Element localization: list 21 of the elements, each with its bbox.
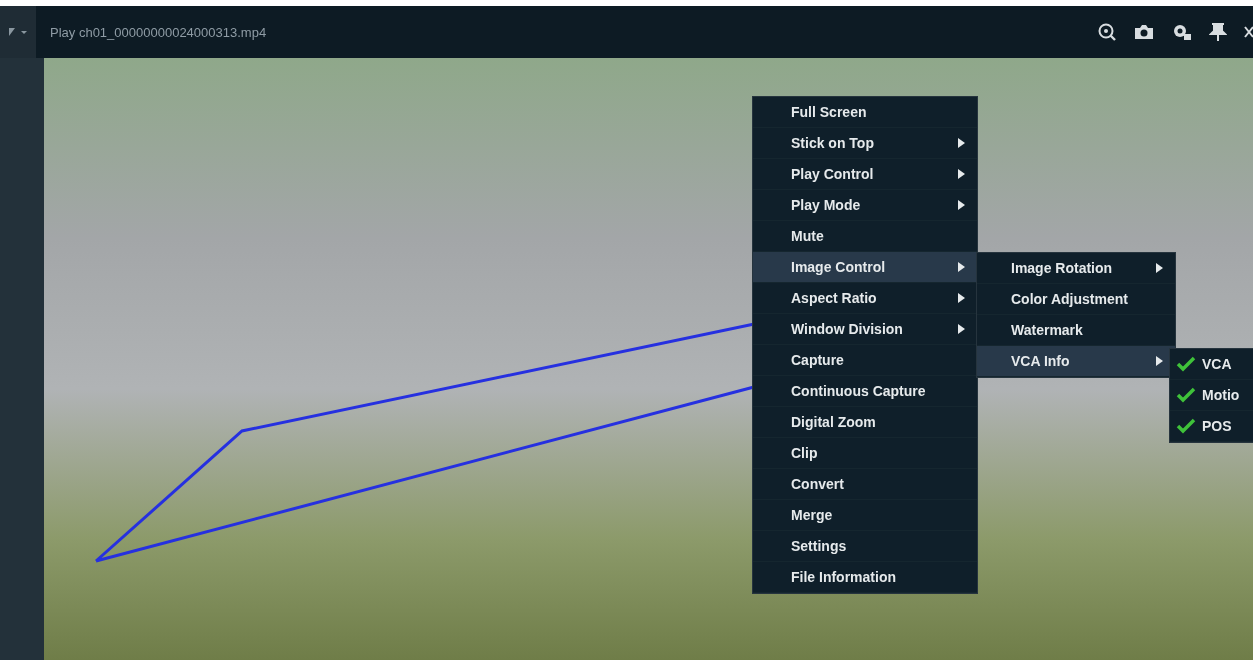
menu-item[interactable]: Continuous Capture bbox=[753, 376, 977, 407]
menu-item[interactable]: VCA Info bbox=[977, 346, 1175, 377]
menu-item[interactable]: Clip bbox=[753, 438, 977, 469]
menu-item[interactable]: POS bbox=[1170, 411, 1253, 442]
menu-item[interactable]: Settings bbox=[753, 531, 977, 562]
window-title: Play ch01_00000000024000313.mp4 bbox=[50, 24, 267, 40]
menu-item[interactable]: Image Control bbox=[753, 252, 977, 283]
menu-item[interactable]: Image Rotation bbox=[977, 253, 1175, 284]
menu-item[interactable]: Stick on Top bbox=[753, 128, 977, 159]
pin-icon[interactable] bbox=[1209, 22, 1227, 42]
menu-item[interactable]: Full Screen bbox=[753, 97, 977, 128]
menu-item[interactable]: Digital Zoom bbox=[753, 407, 977, 438]
camera-icon[interactable] bbox=[1133, 22, 1155, 42]
zoom-icon[interactable] bbox=[1097, 22, 1117, 42]
menu-item[interactable]: Play Mode bbox=[753, 190, 977, 221]
menu-item[interactable]: File Information bbox=[753, 562, 977, 593]
menu-item[interactable]: Play Control bbox=[753, 159, 977, 190]
menu-item[interactable]: Convert bbox=[753, 469, 977, 500]
menu-item[interactable]: Merge bbox=[753, 500, 977, 531]
menu-item[interactable]: Motio bbox=[1170, 380, 1253, 411]
menu-item[interactable]: Color Adjustment bbox=[977, 284, 1175, 315]
